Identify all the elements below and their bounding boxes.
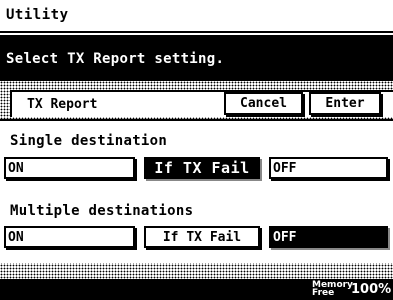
single-if-tx-fail-button[interactable]: If TX Fail [144, 157, 260, 179]
multiple-off-button[interactable]: OFF [269, 226, 388, 248]
title-bar: Utility [0, 0, 393, 33]
memory-free-value: 100% [351, 282, 392, 297]
cancel-button[interactable]: Cancel [224, 92, 303, 115]
message-bar: Select TX Report setting. [0, 35, 393, 81]
multiple-on-button[interactable]: ON [4, 226, 135, 248]
memory-free-label: Memory Free [312, 281, 353, 298]
multiple-if-tx-fail-button[interactable]: If TX Fail [144, 226, 260, 248]
multiple-destinations-label: Multiple destinations [10, 203, 194, 219]
memory-label-line2: Free [312, 288, 335, 298]
single-off-button[interactable]: OFF [269, 157, 388, 179]
enter-button[interactable]: Enter [309, 92, 381, 115]
window-title: Utility [6, 7, 69, 23]
tab-title: TX Report [27, 97, 98, 112]
instruction-message: Select TX Report setting. [6, 51, 225, 67]
single-destination-label: Single destination [10, 133, 168, 149]
single-on-button[interactable]: ON [4, 157, 135, 179]
